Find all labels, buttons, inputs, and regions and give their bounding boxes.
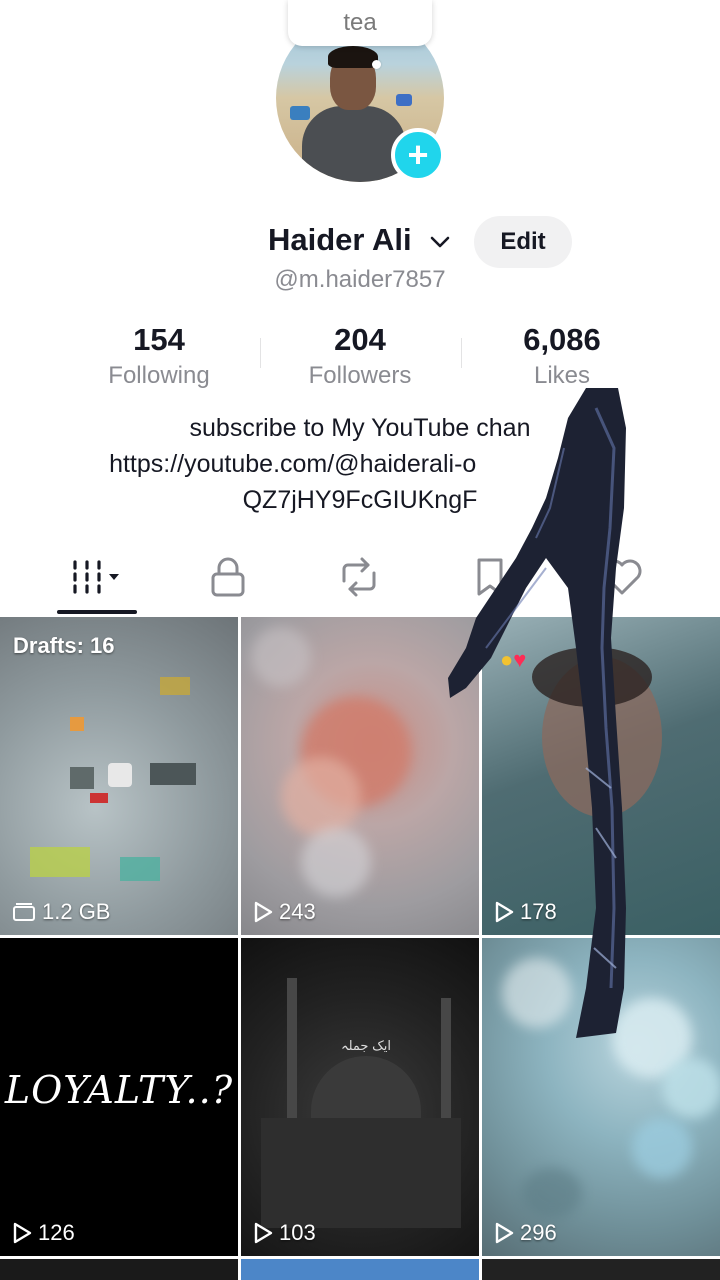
thumbnail-detail: [70, 717, 84, 731]
play-icon: [13, 1222, 32, 1244]
thumbnail-detail: [287, 978, 297, 1128]
thumbnail-detail: [70, 767, 94, 789]
thumbnail-caption: ایک جملہ: [341, 1038, 391, 1053]
thumbnail-detail: [108, 763, 132, 787]
grid-icon: [73, 560, 119, 594]
thumbnail-detail: [90, 793, 108, 803]
thumbnail-detail: [30, 847, 90, 877]
chevron-down-icon[interactable]: [428, 230, 452, 254]
profile-name[interactable]: Haider Ali: [268, 222, 412, 258]
profile-handle: @m.haider7857: [274, 266, 446, 293]
thumbnail-detail: [120, 857, 160, 881]
video-tile[interactable]: [0, 1259, 238, 1280]
tab-private[interactable]: [178, 546, 278, 608]
note-text: tea: [343, 9, 377, 36]
add-story-button[interactable]: +: [391, 128, 445, 182]
active-tab-indicator: [57, 610, 137, 614]
view-count: 103: [253, 1220, 316, 1246]
view-count-value: 126: [38, 1220, 75, 1245]
thumbnail-detail: [662, 1058, 720, 1118]
view-count-value: 296: [520, 1220, 557, 1245]
thumbnail-detail: [261, 1118, 461, 1228]
play-icon: [495, 1222, 514, 1244]
thumbnail-detail: [301, 827, 371, 897]
thumbnail-detail: [251, 627, 311, 687]
figure-sticker-overlay: [448, 388, 626, 1038]
bio-link-text: https://youtube.com/@haiderali-o: [109, 450, 477, 478]
stat-likes[interactable]: 6,086 Likes: [462, 322, 662, 390]
play-icon: [254, 901, 273, 923]
view-count: 126: [12, 1220, 75, 1246]
tab-videos[interactable]: [46, 546, 146, 608]
play-icon: [254, 1222, 273, 1244]
stat-following[interactable]: 154 Following: [59, 322, 259, 390]
avatar-background-object: [396, 94, 412, 106]
video-tile[interactable]: [482, 1259, 720, 1280]
name-row: Haider Ali Edit: [0, 216, 720, 268]
view-count: 296: [494, 1220, 557, 1246]
video-tile[interactable]: [241, 1259, 479, 1280]
stat-value: 204: [334, 322, 386, 357]
thumbnail-detail: [160, 677, 190, 695]
video-tile[interactable]: ایک جملہ 103: [241, 938, 479, 1256]
thumbnail-detail: [311, 1056, 421, 1126]
profile-stats: 154 Following 204 Followers 6,086 Likes: [0, 322, 720, 392]
stat-label: Following: [108, 362, 210, 389]
video-tile[interactable]: 243: [241, 617, 479, 935]
view-count-value: 103: [279, 1220, 316, 1245]
avatar-background-object: [290, 106, 310, 120]
avatar-person-body: [302, 106, 406, 182]
repost-icon: [342, 557, 376, 597]
drafts-tile[interactable]: Drafts: 16 1.2 GB: [0, 617, 238, 935]
drafts-label: Drafts: 16: [13, 633, 115, 658]
thumbnail-detail: [150, 763, 196, 785]
lock-icon: [211, 557, 245, 597]
stat-label: Likes: [533, 362, 591, 389]
folder-icon: [13, 903, 35, 921]
thumbnail-detail: [522, 1168, 582, 1218]
stat-followers[interactable]: 204 Followers: [260, 322, 460, 390]
note-bubble[interactable]: tea: [288, 0, 432, 46]
note-dot: [372, 60, 381, 69]
view-count: 243: [253, 899, 316, 925]
stat-value: 6,086: [523, 322, 601, 357]
video-tile[interactable]: LOYALTY..? 126: [0, 938, 238, 1256]
tab-reposts[interactable]: [309, 546, 409, 608]
drafts-size-value: 1.2 GB: [42, 899, 111, 924]
avatar-person-hair: [328, 46, 378, 68]
edit-profile-button[interactable]: Edit: [474, 216, 572, 268]
plus-icon: +: [407, 134, 429, 175]
thumbnail-detail: [281, 757, 361, 837]
drafts-size: 1.2 GB: [12, 899, 110, 925]
thumbnail-detail: [632, 1118, 692, 1178]
stat-label: Followers: [308, 362, 412, 389]
stat-value: 154: [133, 322, 185, 357]
view-count-value: 243: [279, 899, 316, 924]
thumbnail-text: LOYALTY..?: [4, 1068, 234, 1112]
